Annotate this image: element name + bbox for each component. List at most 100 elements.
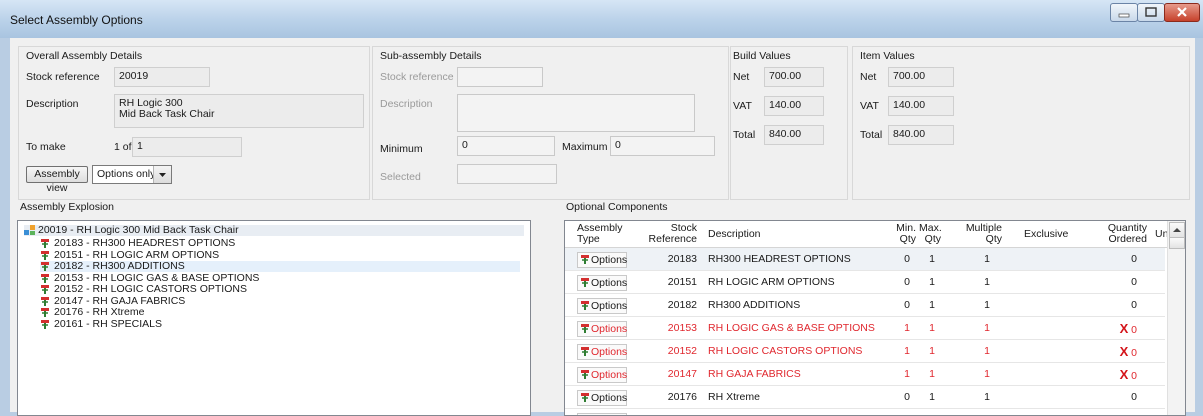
stock-reference-cell: 20151 [667, 276, 697, 288]
stock-reference-cell: 20147 [667, 368, 697, 380]
table-row[interactable]: Options 20151 RH LOGIC ARM OPTIONS 0 1 1 0 [565, 271, 1165, 294]
table-row[interactable]: Options 20176 RH Xtreme 0 1 1 0 [565, 386, 1165, 409]
assembly-type-cell[interactable]: Options [577, 367, 627, 383]
multiple-qty-cell: 1 [984, 276, 990, 288]
stock-reference-cell: 20153 [667, 322, 697, 334]
tree-node[interactable]: 20183 - RH300 HEADREST OPTIONS [40, 238, 520, 249]
build-net-field: 700.00 [764, 67, 824, 87]
min-qty-cell: 1 [904, 368, 910, 380]
stock-reference-cell: 20182 [667, 299, 697, 311]
stock-reference-cell: 20152 [667, 345, 697, 357]
explosion-heading: Assembly Explosion [20, 201, 114, 213]
min-qty-cell: 1 [904, 345, 910, 357]
description-cell: RH300 ADDITIONS [708, 299, 801, 311]
scroll-up-button[interactable] [1169, 222, 1185, 238]
item-total-field: 840.00 [888, 125, 954, 145]
description-cell: RH LOGIC GAS & BASE OPTIONS [708, 322, 875, 334]
quantity-ordered-cell[interactable]: 0 [1105, 277, 1137, 288]
optional-components-grid[interactable]: Assembly Type Stock Reference Descriptio… [564, 220, 1186, 416]
build-total-field: 840.00 [764, 125, 824, 145]
header-description[interactable]: Description [708, 229, 761, 240]
header-quantity-ordered[interactable]: Quantity Ordered [1097, 223, 1147, 245]
quantity-ordered-cell[interactable]: X 0 [1105, 368, 1137, 382]
tree-node[interactable]: 20147 - RH GAJA FABRICS [40, 294, 520, 307]
selected-label: Selected [380, 171, 421, 183]
options-icon [40, 261, 52, 272]
options-icon [40, 273, 52, 284]
stock-reference-field: 20019 [114, 67, 210, 87]
table-row[interactable]: Options 20153 RH LOGIC GAS & BASE OPTIONS 1… [565, 317, 1165, 340]
tree-node-label: 20182 - RH300 ADDITIONS [54, 260, 185, 272]
header-exclusive[interactable]: Exclusive [1024, 229, 1068, 240]
vertical-scrollbar[interactable] [1167, 221, 1185, 415]
build-net-label: Net [733, 71, 750, 83]
tree-node[interactable]: 20161 - RH SPECIALS [40, 317, 520, 330]
title-bar: Select Assembly Options [0, 0, 1203, 38]
assembly-view-button[interactable]: Assembly view [26, 166, 88, 194]
min-qty-cell: 0 [904, 253, 910, 265]
options-icon [40, 238, 52, 249]
view-mode-select[interactable]: Options only [92, 165, 172, 184]
header-multiple-qty[interactable]: Multiple Qty [962, 223, 1002, 245]
tree-node-label: 20152 - RH LOGIC CASTORS OPTIONS [54, 283, 247, 295]
assembly-type-value: Options [591, 323, 628, 335]
minimize-button[interactable] [1110, 3, 1138, 22]
tree-node[interactable]: 20151 - RH LOGIC ARM OPTIONS [40, 249, 520, 261]
tree-node[interactable]: 20182 - RH300 ADDITIONS [40, 261, 520, 272]
table-row[interactable]: Options 20183 RH300 HEADREST OPTIONS 0 1 1 0 [565, 248, 1165, 271]
min-qty-cell: 0 [904, 391, 910, 403]
options-icon [40, 284, 52, 295]
tree-node-label: 20161 - RH SPECIALS [54, 317, 162, 330]
assembly-type-cell[interactable]: Options [577, 252, 627, 268]
max-qty-cell: 1 [929, 391, 935, 403]
overall-heading: Overall Assembly Details [26, 50, 143, 62]
assembly-tree[interactable]: 20019 - RH Logic 300 Mid Back Task Chair… [17, 220, 531, 416]
scroll-thumb[interactable] [1169, 237, 1185, 249]
options-icon [40, 296, 52, 307]
close-button[interactable] [1164, 3, 1200, 22]
table-row[interactable]: Options 20152 RH LOGIC CASTORS OPTIONS 1 1 1 X… [565, 340, 1165, 363]
table-row[interactable]: Options20161RH SPECIALS0510 [565, 409, 1165, 415]
assembly-type-cell[interactable]: Options [577, 298, 627, 314]
tree-root-label: 20019 - RH Logic 300 Mid Back Task Chair [38, 224, 239, 236]
tree-node[interactable]: 20153 - RH LOGIC GAS & BASE OPTIONS [40, 272, 520, 284]
assembly-type-value: Options [591, 346, 628, 358]
tree-node-label: 20147 - RH GAJA FABRICS [54, 294, 186, 307]
quantity-ordered-cell[interactable]: X 0 [1105, 321, 1137, 336]
tree-node[interactable]: 20152 - RH LOGIC CASTORS OPTIONS [40, 284, 520, 295]
quantity-ordered-cell[interactable]: 0 [1105, 392, 1137, 403]
quantity-ordered-cell[interactable]: 0 [1105, 300, 1137, 311]
description-cell: RH LOGIC ARM OPTIONS [708, 276, 835, 288]
quantity-ordered-value: 0 [1131, 370, 1137, 382]
max-qty-cell: 1 [929, 276, 935, 288]
table-row[interactable]: Options 20182 RH300 ADDITIONS 0 1 1 0 [565, 294, 1165, 317]
to-make-label: To make [26, 141, 66, 153]
header-assembly-type[interactable]: Assembly Type [577, 223, 623, 245]
assembly-type-cell[interactable]: Options [577, 344, 627, 360]
assembly-type-cell[interactable]: Options [577, 390, 627, 406]
header-stock-reference[interactable]: Stock Reference [645, 223, 697, 245]
assembly-type-value: Options [591, 254, 628, 266]
selected-field [457, 164, 557, 184]
sub-description-field [457, 94, 695, 132]
maximize-button[interactable] [1137, 3, 1165, 22]
maximum-label: Maximum [562, 141, 608, 153]
sub-heading: Sub-assembly Details [380, 50, 482, 62]
quantity-ordered-value: 0 [1131, 391, 1137, 403]
table-row[interactable]: Options 20147 RH GAJA FABRICS 1 1 1 X 0 [565, 363, 1165, 386]
max-qty-cell: 1 [929, 368, 935, 380]
quantity-ordered-cell[interactable]: 0 [1105, 254, 1137, 265]
multiple-qty-cell: 1 [984, 299, 990, 311]
header-max-qty[interactable]: Max. Qty [919, 223, 942, 245]
error-x-icon: X [1119, 321, 1129, 336]
minimum-label: Minimum [380, 143, 423, 155]
sub-stock-reference-label: Stock reference [380, 71, 454, 83]
tree-root-node[interactable]: 20019 - RH Logic 300 Mid Back Task Chair [24, 225, 524, 236]
assembly-type-cell[interactable]: Options [577, 275, 627, 291]
quantity-ordered-cell[interactable]: X 0 [1105, 345, 1137, 359]
tree-node[interactable]: 20176 - RH Xtreme [40, 307, 520, 318]
minimize-icon [1118, 13, 1130, 18]
header-min-qty[interactable]: Min. Qty [892, 223, 916, 245]
close-icon [1177, 7, 1187, 17]
assembly-type-cell[interactable]: Options [577, 321, 627, 337]
